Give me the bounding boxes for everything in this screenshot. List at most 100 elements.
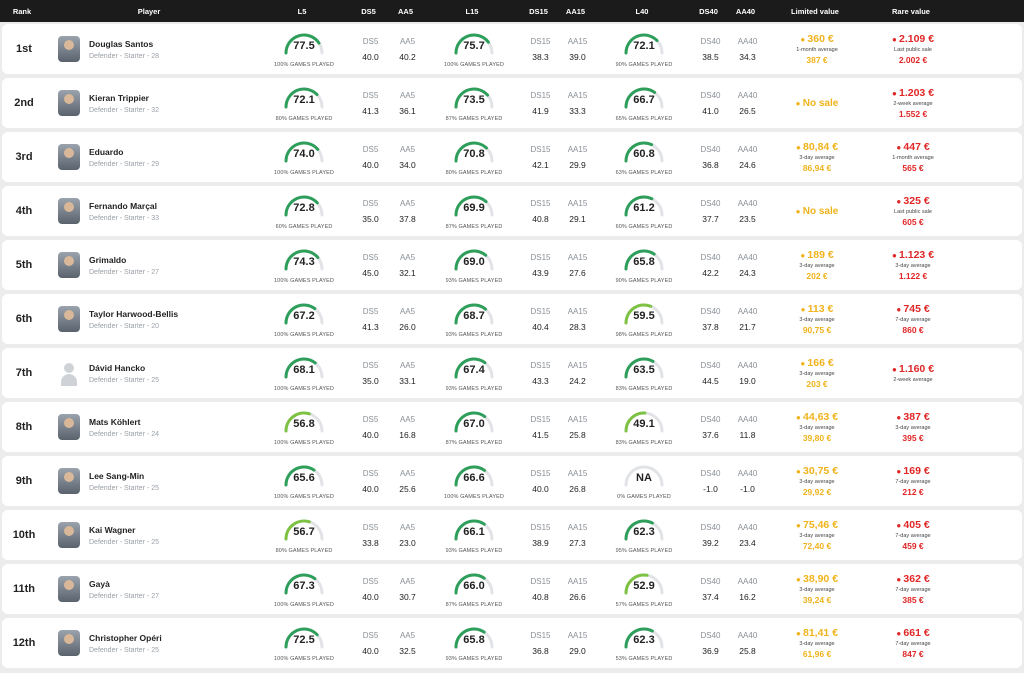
header-ds5[interactable]: DS5 <box>350 7 387 16</box>
limited-value-cell[interactable]: ● 38,90 € 3-day average 39,24 € <box>766 573 868 605</box>
rare-value-cell[interactable]: ● 1.123 € 3-day average 1.122 € <box>868 249 958 281</box>
aa15-value: 29.0 <box>569 645 586 656</box>
rare-value-cell[interactable]: ● 362 € 7-day average 385 € <box>868 573 958 605</box>
limited-value-cell[interactable]: ● 189 € 3-day average 202 € <box>766 249 868 281</box>
header-rank[interactable]: Rank <box>0 7 44 16</box>
player-cell[interactable]: Mats Köhlert Defender - Starter - 24 <box>46 414 256 440</box>
player-cell[interactable]: Eduardo Defender - Starter - 29 <box>46 144 256 170</box>
price-dot-icon: ● <box>891 35 899 44</box>
limited-value-cell[interactable]: ● 166 € 3-day average 203 € <box>766 357 868 389</box>
player-name[interactable]: Taylor Harwood-Bellis <box>89 309 178 319</box>
player-name[interactable]: Grimaldo <box>89 255 159 265</box>
player-cell[interactable]: Lee Sang-Min Defender - Starter - 25 <box>46 468 256 494</box>
header-l40[interactable]: L40 <box>594 7 690 16</box>
limited-value-cell[interactable]: ● 30,75 € 3-day average 29,92 € <box>766 465 868 497</box>
rare-value-cell[interactable]: ● 169 € 7-day average 212 € <box>868 465 958 497</box>
player-cell[interactable]: Gayà Defender - Starter - 27 <box>46 576 256 602</box>
price-dot-icon: ● <box>795 143 803 152</box>
aa40-value: 34.3 <box>739 51 756 62</box>
player-name[interactable]: Douglas Santos <box>89 39 159 49</box>
table-row[interactable]: 8th Mats Köhlert Defender - Starter - 24… <box>2 402 1022 452</box>
rare-value-cell[interactable]: ● 447 € 1-month average 565 € <box>868 141 958 173</box>
limited-value-cell[interactable]: ● 113 € 3-day average 90,75 € <box>766 303 868 335</box>
table-row[interactable]: 1st Douglas Santos Defender - Starter - … <box>2 24 1022 74</box>
player-cell[interactable]: Taylor Harwood-Bellis Defender - Starter… <box>46 306 256 332</box>
l5-games-played: 100% GAMES PLAYED <box>274 169 334 176</box>
l15-score: 67.0 87% GAMES PLAYED <box>426 409 522 446</box>
rare-value-cell[interactable]: ● 2.109 € Last public sale 2.002 € <box>868 33 958 65</box>
rare-value-cell[interactable]: ● 405 € 7-day average 459 € <box>868 519 958 551</box>
header-ds40[interactable]: DS40 <box>690 7 727 16</box>
ds40-value: 38.5 <box>702 51 719 62</box>
limited-value-cell[interactable]: ● No sale <box>766 98 868 109</box>
rare-value-cell[interactable]: ● 387 € 3-day average 395 € <box>868 411 958 443</box>
rare-value-cell[interactable]: ● 661 € 7-day average 847 € <box>868 627 958 659</box>
ds40-value: 37.7 <box>702 213 719 224</box>
player-cell[interactable]: Kai Wagner Defender - Starter - 25 <box>46 522 256 548</box>
header-l5[interactable]: L5 <box>254 7 350 16</box>
player-name[interactable]: Kai Wagner <box>89 525 159 535</box>
table-row[interactable]: 11th Gayà Defender - Starter - 27 67.3 10… <box>2 564 1022 614</box>
player-cell[interactable]: Dávid Hancko Defender - Starter - 25 <box>46 360 256 386</box>
table-row[interactable]: 7th Dávid Hancko Defender - Starter - 25… <box>2 348 1022 398</box>
aa40-cell: AA40 16.2 <box>729 577 766 602</box>
aa15-cell: AA15 26.6 <box>559 577 596 602</box>
header-aa15[interactable]: AA15 <box>557 7 594 16</box>
table-row[interactable]: 5th Grimaldo Defender - Starter - 27 74.… <box>2 240 1022 290</box>
limited-value-cell[interactable]: ● 81,41 € 3-day average 61,96 € <box>766 627 868 659</box>
limited-value-cell[interactable]: ● 360 € 1-month average 387 € <box>766 33 868 65</box>
l5-score: 56.7 80% GAMES PLAYED <box>256 517 352 554</box>
player-name[interactable]: Fernando Marçal <box>89 201 159 211</box>
player-cell[interactable]: Fernando Marçal Defender - Starter - 33 <box>46 198 256 224</box>
l5-value: 74.3 <box>293 255 315 268</box>
price-average: 203 € <box>806 379 828 389</box>
rare-value-cell[interactable]: ● 1.203 € 2-week average 1.552 € <box>868 87 958 119</box>
player-cell[interactable]: Christopher Opéri Defender - Starter - 2… <box>46 630 256 656</box>
player-description: Defender - Starter - 27 <box>89 592 160 600</box>
header-rare-value[interactable]: Rare value <box>866 7 956 16</box>
limited-value-cell[interactable]: ● No sale <box>766 206 868 217</box>
player-name[interactable]: Lee Sang-Min <box>89 471 159 481</box>
header-player[interactable]: Player <box>44 7 254 16</box>
ds5-label: DS5 <box>362 576 379 586</box>
rare-value-cell[interactable]: ● 745 € 7-day average 860 € <box>868 303 958 335</box>
price-period-label: 3-day average <box>799 641 835 647</box>
l40-games-played: 57% GAMES PLAYED <box>615 601 673 608</box>
l40-gauge: 60.8 <box>620 139 668 169</box>
aa40-cell: AA40 25.8 <box>729 631 766 656</box>
limited-value-cell[interactable]: ● 80,84 € 3-day average 86,94 € <box>766 141 868 173</box>
player-cell[interactable]: Grimaldo Defender - Starter - 27 <box>46 252 256 278</box>
player-name[interactable]: Mats Köhlert <box>89 417 159 427</box>
aa5-cell: AA5 30.7 <box>389 577 426 602</box>
table-row[interactable]: 2nd Kieran Trippier Defender - Starter -… <box>2 78 1022 128</box>
header-aa5[interactable]: AA5 <box>387 7 424 16</box>
header-l15[interactable]: L15 <box>424 7 520 16</box>
header-limited-value[interactable]: Limited value <box>764 7 866 16</box>
table-row[interactable]: 9th Lee Sang-Min Defender - Starter - 25… <box>2 456 1022 506</box>
header-aa40[interactable]: AA40 <box>727 7 764 16</box>
l15-gauge: 67.4 <box>450 355 498 385</box>
player-cell[interactable]: Kieran Trippier Defender - Starter - 32 <box>46 90 256 116</box>
ds5-value: 35.0 <box>362 213 379 224</box>
limited-value-cell[interactable]: ● 75,46 € 3-day average 72,40 € <box>766 519 868 551</box>
table-row[interactable]: 4th Fernando Marçal Defender - Starter -… <box>2 186 1022 236</box>
player-cell[interactable]: Douglas Santos Defender - Starter - 28 <box>46 36 256 62</box>
table-row[interactable]: 12th Christopher Opéri Defender - Starte… <box>2 618 1022 668</box>
player-name[interactable]: Eduardo <box>89 147 159 157</box>
player-name[interactable]: Gayà <box>89 579 159 589</box>
player-name[interactable]: Christopher Opéri <box>89 633 162 643</box>
table-row[interactable]: 10th Kai Wagner Defender - Starter - 25 … <box>2 510 1022 560</box>
header-ds15[interactable]: DS15 <box>520 7 557 16</box>
player-name[interactable]: Kieran Trippier <box>89 93 159 103</box>
table-row[interactable]: 3rd Eduardo Defender - Starter - 29 74.0… <box>2 132 1022 182</box>
aa40-label: AA40 <box>737 414 758 424</box>
limited-value-cell[interactable]: ● 44,63 € 3-day average 39,80 € <box>766 411 868 443</box>
aa5-label: AA5 <box>399 414 416 424</box>
rare-value-cell[interactable]: ● 1.160 € 2-week average <box>868 363 958 383</box>
l5-score: 74.3 100% GAMES PLAYED <box>256 247 352 284</box>
rare-value-cell[interactable]: ● 325 € Last public sale 605 € <box>868 195 958 227</box>
player-name[interactable]: Dávid Hancko <box>89 363 159 373</box>
l15-score: 66.6 100% GAMES PLAYED <box>426 463 522 500</box>
table-row[interactable]: 6th Taylor Harwood-Bellis Defender - Sta… <box>2 294 1022 344</box>
l40-value: 63.5 <box>633 363 655 376</box>
